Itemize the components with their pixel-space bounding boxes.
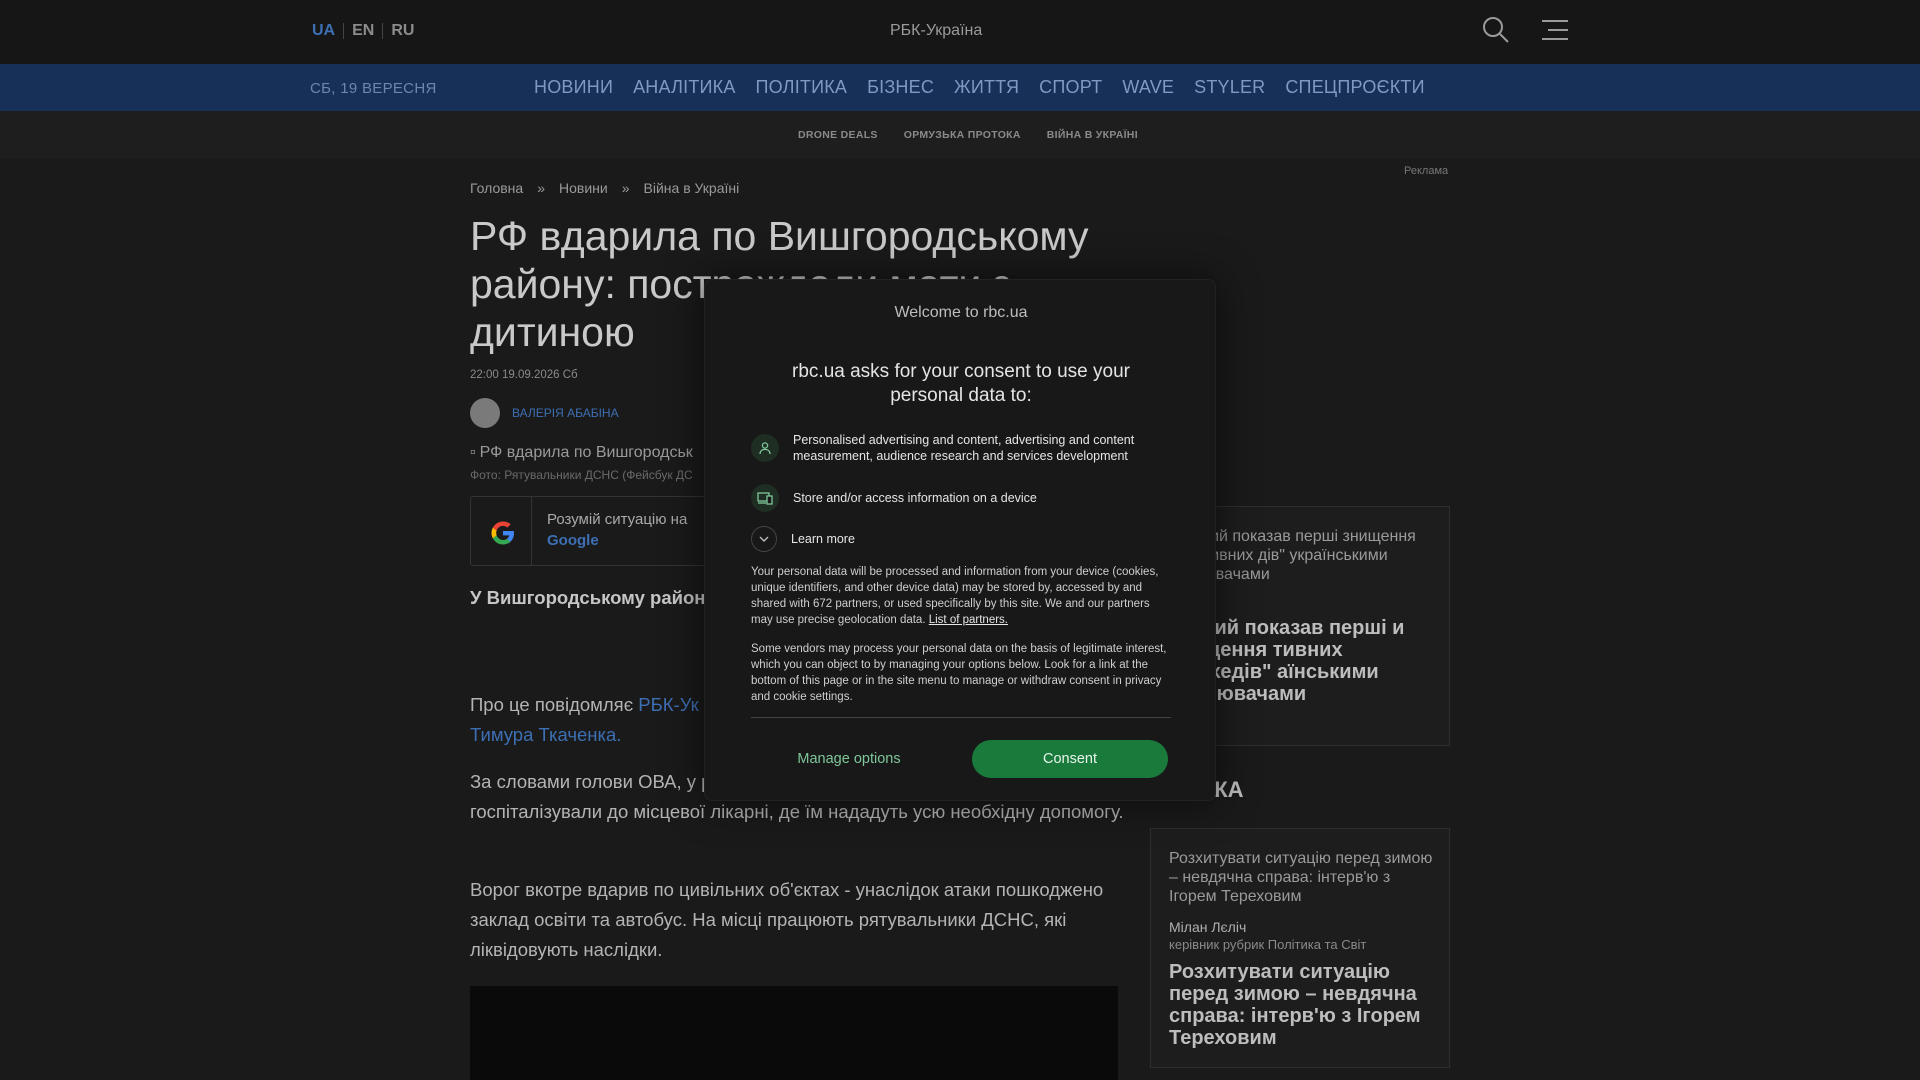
nav-item-wave[interactable]: WAVE [1122,77,1174,98]
google-promo-text: Розумій ситуацію на [547,511,688,528]
card-author[interactable]: Мілан Лєліч [1169,919,1246,935]
source-link[interactable]: РБК-Ук [638,694,698,715]
card-author-role: керівник рубрик Політика та Світ [1169,937,1367,952]
breadcrumb-separator: » [621,180,630,196]
breadcrumb-news[interactable]: Новини [559,180,608,196]
breadcrumb-war[interactable]: Війна в Україні [644,180,740,196]
nav-item-analytics[interactable]: АНАЛІТИКА [633,77,735,98]
lang-en[interactable]: EN [344,22,382,40]
nav-item-specprojects[interactable]: СПЕЦПРОЄКТИ [1285,77,1424,98]
nav-item-politics[interactable]: ПОЛІТИКА [756,77,848,98]
top-bar: UA EN RU РБК-Україна [0,0,1920,64]
subnav-item[interactable]: ОРМУЗЬКА ПРОТОКА [904,129,1021,141]
avatar [470,398,500,428]
nav-item-news[interactable]: НОВИНИ [534,77,613,98]
sub-nav: DRONE DEALS ОРМУЗЬКА ПРОТОКА ВІЙНА В УКР… [0,111,1920,159]
nav-date: СБ, 19 ВЕРЕСНЯ [310,80,437,97]
nav-item-life[interactable]: ЖИТТЯ [954,77,1019,98]
lang-ru[interactable]: RU [383,22,422,40]
sidebar-analytics-card[interactable]: Розхитувати ситуацію перед зимою – невдя… [1150,828,1450,1068]
video-player[interactable] [470,986,1118,1080]
google-icon [489,519,517,547]
article-date: 22:00 19.09.2026 Сб [470,369,578,381]
consent-body-legitimate: Some vendors may process your personal d… [751,643,1167,703]
consent-dialog: Welcome to rbc.ua rbc.ua asks for your c… [704,279,1216,801]
photo-caption: Фото: Рятувальники ДСНС (Фейсбук ДС [470,468,693,482]
nav-item-styler[interactable]: STYLER [1194,77,1265,98]
article-paragraph: Ворог вкотре вдарив по цивільних об'єкта… [470,879,1104,960]
consent-purpose: Personalised advertising and content, ad… [751,432,1183,464]
partners-link[interactable]: List of partners. [929,614,1008,626]
official-link[interactable]: Тимура Ткаченка. [470,724,621,745]
card-image-alt: Розхитувати ситуацію перед зимою – невдя… [1169,850,1433,905]
paragraph-text: Про це повідомляє [470,694,639,715]
lang-ua[interactable]: UA [310,22,343,40]
consent-purpose: Store and/or access information on a dev… [751,484,1183,512]
person-icon [751,434,779,462]
consent-logo: Welcome to rbc.ua [894,304,1028,321]
subnav-item[interactable]: ВІЙНА В УКРАЇНІ [1047,129,1138,141]
broken-image-icon: ▫ [470,444,476,461]
divider [531,497,532,565]
purpose-text: Personalised advertising and content, ad… [793,433,1135,463]
nav-item-business[interactable]: БІЗНЕС [867,77,934,98]
chevron-down-icon[interactable] [751,526,777,552]
learn-more-label[interactable]: Learn more [791,531,1181,547]
consent-title: rbc.ua asks for your consent to use your… [792,361,1130,406]
language-switcher: UA EN RU [310,22,422,40]
search-icon[interactable] [1480,14,1512,46]
manage-options-button[interactable]: Manage options [751,740,947,778]
google-promo-link[interactable]: Google [547,532,599,549]
device-icon [751,484,779,512]
card-headline[interactable]: Розхитувати ситуацію перед зимою – невдя… [1169,961,1441,1049]
photo-alt-text: РФ вдарила по Вишгородськ [479,444,693,461]
ad-label: Реклама [1404,165,1449,177]
breadcrumb-separator: » [537,180,545,196]
author-block: ВАЛЕРІЯ АБАБІНА [470,398,619,428]
consent-button[interactable]: Consent [972,740,1168,778]
consent-body: Your personal data will be processed and… [751,564,1171,628]
subnav-item[interactable]: DRONE DEALS [798,129,878,141]
divider [751,717,1171,718]
site-logo[interactable]: РБК-Україна [890,22,982,40]
hamburger-menu-icon[interactable] [1540,18,1570,42]
breadcrumb-home[interactable]: Головна [470,180,523,196]
article-photo: ▫ РФ вдарила по Вишгородськ [470,444,693,462]
learn-more-row[interactable]: Learn more [751,526,1181,552]
author-name[interactable]: ВАЛЕРІЯ АБАБІНА [512,406,619,420]
nav-item-sport[interactable]: СПОРТ [1039,77,1102,98]
main-nav: СБ, 19 ВЕРЕСНЯ НОВИНИ АНАЛІТИКА ПОЛІТИКА… [0,64,1920,111]
breadcrumb: Головна » Новини » Війна в Україні [470,180,739,196]
purpose-text: Store and/or access information on a dev… [793,491,1037,505]
